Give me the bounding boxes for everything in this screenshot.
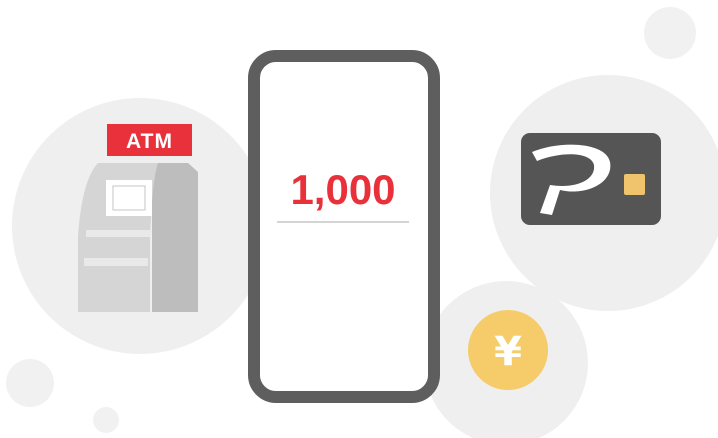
illustration-canvas: ATM 1,000 ¥ — [6, 7, 718, 438]
atm-side-panel — [152, 163, 198, 312]
phone-frame — [248, 50, 440, 403]
coin-symbol: ¥ — [494, 329, 522, 375]
atm-screen-inner — [112, 185, 146, 211]
atm-cash-slot — [84, 258, 148, 266]
atm-label: ATM — [126, 130, 173, 153]
decorative-dot-top-right — [644, 7, 696, 59]
decorative-dot-bottom-left — [6, 359, 54, 407]
card-icon — [521, 133, 661, 225]
phone-icon: 1,000 — [248, 50, 440, 403]
phone-amount: 1,000 — [290, 166, 395, 213]
card-chip-icon — [624, 174, 645, 195]
illustration: ATM 1,000 ¥ — [0, 0, 718, 438]
yen-coin-icon: ¥ — [468, 310, 548, 390]
decorative-dot-bottom-small — [93, 407, 119, 433]
atm-keypad-shelf — [86, 230, 150, 237]
